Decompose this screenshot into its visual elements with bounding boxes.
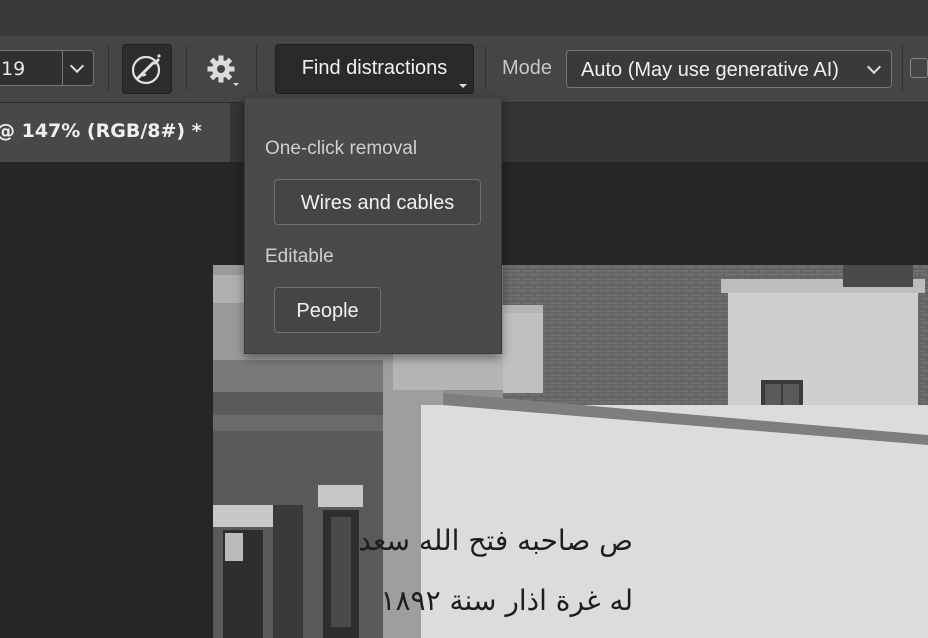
find-distractions-button[interactable]: Find distractions <box>275 44 474 94</box>
option-checkbox[interactable] <box>910 58 928 78</box>
separator <box>256 46 257 90</box>
mode-value: Auto (May use generative AI) <box>581 59 839 81</box>
wires-and-cables-button[interactable]: Wires and cables <box>274 179 481 225</box>
people-button[interactable]: People <box>274 287 381 333</box>
gear-icon <box>207 55 239 86</box>
find-distractions-label: Find distractions <box>301 57 448 79</box>
separator <box>108 46 109 90</box>
editable-header: Editable <box>265 246 334 267</box>
find-distractions-menu: One-click removal Wires and cables Edita… <box>244 97 502 354</box>
document-tab-title: @ 147% (RGB/8#) * <box>0 120 202 142</box>
separator <box>902 46 903 90</box>
chevron-down-icon <box>866 59 882 75</box>
separator <box>485 46 486 90</box>
wires-and-cables-label: Wires and cables <box>300 192 455 214</box>
dropdown-corner-icon <box>459 84 467 88</box>
document-tab[interactable]: @ 147% (RGB/8#) * <box>0 103 230 163</box>
settings-button[interactable] <box>200 50 242 90</box>
one-click-removal-header: One-click removal <box>265 138 418 159</box>
brush-size-dropdown[interactable] <box>62 51 93 85</box>
remove-brush-button[interactable] <box>122 44 172 94</box>
sign-line-1: ص صاحبه فتح الله سعد <box>358 524 633 557</box>
sign-line-2: له غرة اذار سنة ١٨٩٢ <box>380 584 633 617</box>
brush-size-field[interactable]: 19 <box>0 50 94 86</box>
separator <box>186 46 187 90</box>
chevron-down-icon <box>69 58 85 74</box>
mode-select[interactable]: Auto (May use generative AI) <box>566 50 892 88</box>
people-label: People <box>296 300 359 322</box>
brush-size-value: 19 <box>1 58 26 80</box>
remove-brush-icon <box>131 54 161 85</box>
mode-label: Mode <box>502 57 553 79</box>
title-strip <box>0 0 928 36</box>
